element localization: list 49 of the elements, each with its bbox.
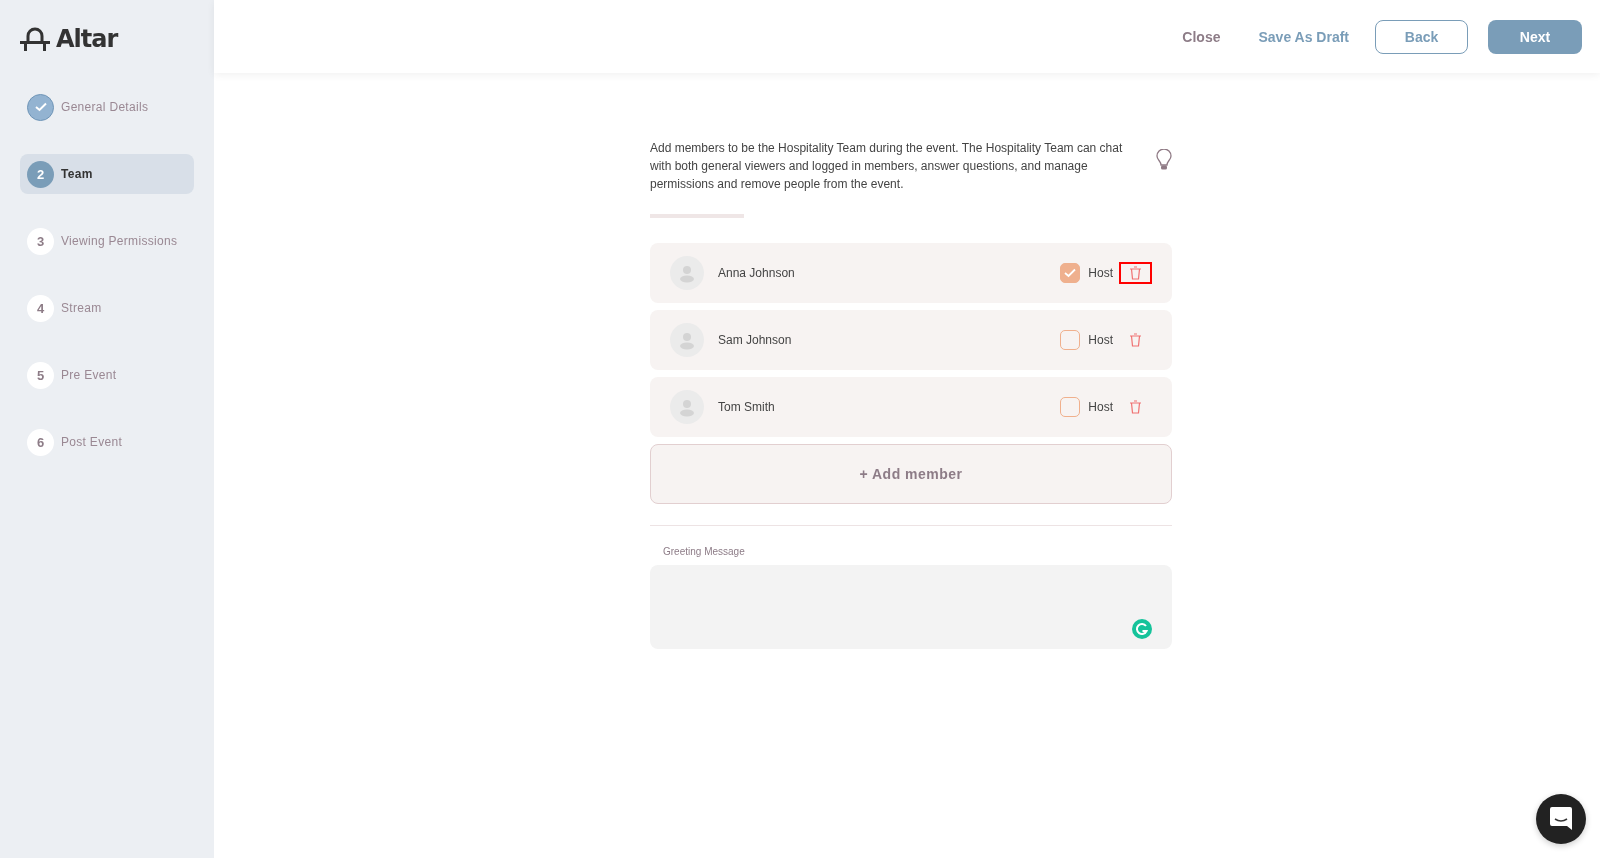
step-label: Pre Event [61,368,117,382]
host-checkbox[interactable] [1060,330,1081,350]
step-item[interactable]: 6 Post Event [20,422,194,462]
step-label: Post Event [61,435,123,449]
close-link[interactable]: Close [1176,27,1227,46]
grammar-assistant-icon[interactable] [1132,619,1152,639]
host-label: Host [1088,333,1113,347]
delete-button[interactable] [1119,262,1152,284]
step-item[interactable]: 5 Pre Event [20,355,194,395]
member-name: Tom Smith [718,400,776,414]
step-item[interactable]: General Details [20,87,194,127]
host-checkbox[interactable] [1060,263,1081,283]
step-item[interactable]: 4 Stream [20,288,194,328]
logo-text: Altar [56,25,118,53]
step-label: Viewing Permissions [61,234,178,248]
step-item[interactable]: 2 Team [20,154,194,194]
trash-icon [1129,400,1142,414]
step-label: Team [61,167,93,181]
member-name: Anna Johnson [718,266,796,280]
step-number: 5 [27,361,54,389]
logo-icon [20,26,50,52]
member-name: Sam Johnson [718,333,793,347]
chat-icon [1549,806,1573,832]
greeting-message-field[interactable] [650,565,1172,649]
chat-button[interactable] [1536,794,1586,844]
description-text: Add members to be the Hospitality Team during the event. The Hospitality Team can chat with both general viewers and logged in members, answer questions, and manage permissions and remove people from the event. [650,140,1124,193]
lightbulb-icon[interactable] [1156,149,1172,171]
save-draft-link[interactable]: Save As Draft [1252,27,1355,46]
step-label: General Details [61,100,149,114]
step-number: 4 [27,294,54,322]
trash-icon [1129,333,1142,347]
host-label: Host [1088,400,1113,414]
step-label: Stream [61,301,102,315]
back-button[interactable]: Back [1375,19,1468,54]
avatar-icon [670,323,704,357]
host-checkbox[interactable] [1060,397,1081,417]
add-member-button[interactable]: + Add member [650,444,1172,504]
step-number: 2 [27,160,54,188]
field-label: Greeting Message [663,546,746,557]
host-label: Host [1088,266,1113,280]
next-button[interactable]: Next [1488,19,1582,54]
trash-icon [1129,266,1142,280]
avatar-icon [670,256,704,290]
avatar-icon [670,390,704,424]
step-number: 6 [27,428,54,456]
step-item[interactable]: 3 Viewing Permissions [20,221,194,261]
step-number: 3 [27,227,54,255]
check-icon [27,93,54,121]
checkmark-icon [1064,268,1077,278]
